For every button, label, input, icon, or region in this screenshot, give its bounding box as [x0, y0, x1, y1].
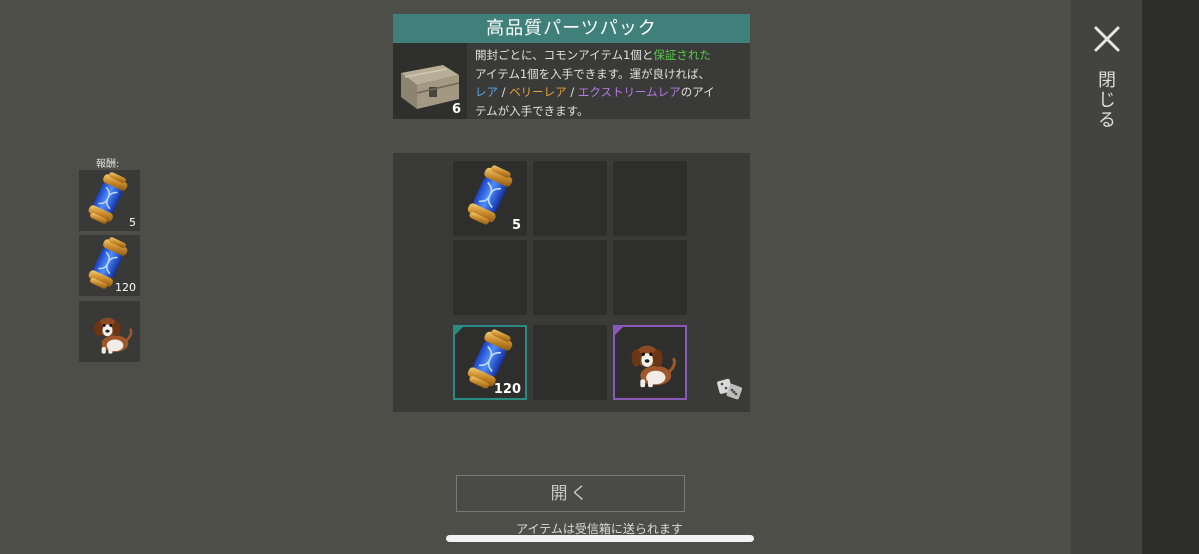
crate-count: 6 — [451, 102, 461, 117]
dog-icon — [92, 316, 133, 355]
rare-text: レア — [475, 85, 498, 99]
grid-cell — [533, 240, 607, 315]
extreme-rare-text: エクストリームレア — [577, 85, 681, 99]
grid-cell[interactable]: 5 — [453, 161, 527, 236]
grid-cell-rare[interactable] — [613, 325, 687, 400]
rarity-marker — [453, 325, 465, 337]
close-label[interactable]: 閉じる — [1095, 70, 1118, 130]
pack-description: 開封ごとに、コモンアイテム1個と保証された アイテム1個を入手できます。運が良け… — [475, 48, 715, 118]
reward-grid: 5 120 — [393, 153, 750, 412]
side-strip — [1142, 0, 1199, 554]
reward-slot[interactable]: 120 — [79, 235, 140, 296]
grid-cell-rare[interactable]: 120 — [453, 325, 527, 400]
close-icon[interactable] — [1092, 24, 1122, 54]
grid-cell — [613, 161, 687, 236]
pack-info-card: 高品質パーツパック 6 開封ごとに、コモンアイテム1個と保証された アイテム1個… — [393, 14, 750, 119]
reward-slot[interactable]: 5 — [79, 170, 140, 231]
dice-icon[interactable] — [716, 374, 744, 402]
crate-slot: 6 — [393, 43, 467, 119]
very-rare-text: ベリーレア — [509, 85, 567, 99]
pack-title: 高品質パーツパック — [393, 14, 750, 43]
grid-cell — [533, 161, 607, 236]
home-indicator[interactable] — [446, 535, 754, 542]
reward-slot[interactable] — [79, 301, 140, 362]
rarity-marker — [613, 325, 625, 337]
guaranteed-text: 保証された — [653, 48, 711, 62]
open-button[interactable]: 開く — [456, 475, 685, 512]
grid-cell — [533, 325, 607, 400]
rewards-label: 報酬: — [96, 159, 120, 170]
grid-cell — [453, 240, 527, 315]
grid-cell — [613, 240, 687, 315]
